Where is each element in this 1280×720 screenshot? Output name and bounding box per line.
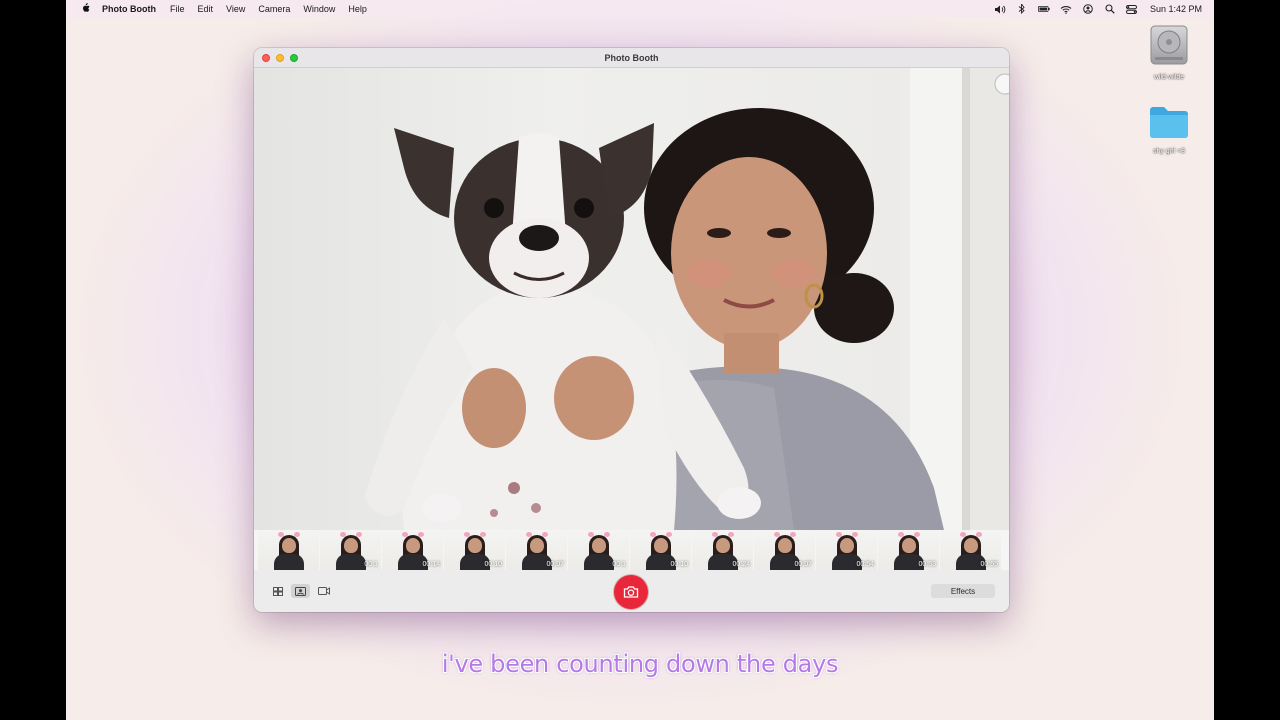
photo-booth-window: Photo Booth 00:1 00:14 00:10 00:07 00:1 … <box>254 48 1009 612</box>
thumbnail-duration: 00:53 <box>918 561 936 568</box>
take-photo-button[interactable] <box>614 575 648 609</box>
filmstrip-thumbnail[interactable]: 00:10 <box>444 530 505 570</box>
menu-camera[interactable]: Camera <box>258 4 290 14</box>
desktop-icon-label: shy girl <3 <box>1152 148 1186 155</box>
thumbnail-duration: 00:55 <box>980 561 998 568</box>
desktop-icon-folder[interactable]: shy girl <3 <box>1139 104 1199 155</box>
grid-view-icon <box>272 586 283 596</box>
filmstrip-thumbnail[interactable]: 00:24 <box>692 530 753 570</box>
filmstrip-thumbnail[interactable]: 00:54 <box>816 530 877 570</box>
menu-file[interactable]: File <box>170 4 185 14</box>
desktop-icon-drive[interactable]: wild-wilde <box>1139 24 1199 81</box>
view-mode-buttons <box>268 584 333 598</box>
control-center-icon[interactable] <box>1126 4 1138 14</box>
volume-icon[interactable] <box>994 4 1006 14</box>
video-caption: i've been counting down the days <box>441 650 839 678</box>
thumbnail-duration: 00:1 <box>364 561 378 568</box>
window-titlebar[interactable]: Photo Booth <box>254 48 1009 68</box>
thumbnail-duration: 00:1 <box>612 561 626 568</box>
bluetooth-icon[interactable] <box>1016 4 1028 14</box>
apple-logo-icon[interactable] <box>78 2 92 16</box>
photo-view-button[interactable] <box>291 584 310 598</box>
effects-button[interactable]: Effects <box>931 584 995 598</box>
folder-icon <box>1139 104 1199 145</box>
camera-feed-image <box>364 68 1009 530</box>
desktop: Photo Booth File Edit View Camera Window… <box>66 0 1214 720</box>
filmstrip-thumbnail[interactable] <box>258 530 319 570</box>
wifi-icon[interactable] <box>1060 4 1072 14</box>
thumbnail-duration: 00:24 <box>732 561 750 568</box>
menu-bar: Photo Booth File Edit View Camera Window… <box>66 0 1214 18</box>
menu-app-name[interactable]: Photo Booth <box>102 4 156 14</box>
window-title: Photo Booth <box>604 52 659 63</box>
filmstrip-thumbnail[interactable]: 00:14 <box>382 530 443 570</box>
battery-icon[interactable] <box>1037 4 1050 14</box>
thumbnail-duration: 00:10 <box>670 561 688 568</box>
filmstrip-thumbnail[interactable]: 00:55 <box>940 530 1001 570</box>
video-view-button[interactable] <box>314 584 333 598</box>
filmstrip: 00:1 00:14 00:10 00:07 00:1 00:10 00:24 … <box>254 530 1009 570</box>
filmstrip-thumbnail[interactable]: 00:10 <box>630 530 691 570</box>
menu-window[interactable]: Window <box>303 4 335 14</box>
menu-clock[interactable]: Sun 1:42 PM <box>1150 4 1202 14</box>
user-icon[interactable] <box>1082 4 1094 14</box>
video-view-icon <box>317 587 330 595</box>
hard-drive-icon <box>1139 24 1199 71</box>
traffic-lights <box>262 54 298 62</box>
filmstrip-thumbnail[interactable]: 00:07 <box>754 530 815 570</box>
close-button[interactable] <box>262 54 270 62</box>
menu-help[interactable]: Help <box>348 4 367 14</box>
thumbnail-duration: 00:10 <box>484 561 502 568</box>
window-toolbar: Effects <box>254 570 1009 612</box>
camera-preview <box>254 68 1009 530</box>
thumbnail-duration: 00:54 <box>856 561 874 568</box>
filmstrip-thumbnail[interactable]: 00:1 <box>320 530 381 570</box>
zoom-button[interactable] <box>290 54 298 62</box>
menu-edit[interactable]: Edit <box>198 4 214 14</box>
photo-view-icon <box>295 586 306 596</box>
camera-icon <box>623 586 639 598</box>
desktop-icon-label: wild-wilde <box>1153 74 1185 81</box>
thumbnail-duration: 00:07 <box>546 561 564 568</box>
filmstrip-thumbnail[interactable]: 00:1 <box>568 530 629 570</box>
thumbnail-duration: 00:07 <box>794 561 812 568</box>
filmstrip-thumbnail[interactable]: 00:53 <box>878 530 939 570</box>
menu-view[interactable]: View <box>226 4 245 14</box>
status-area: Sun 1:42 PM <box>994 0 1202 18</box>
filmstrip-thumbnail[interactable]: 00:07 <box>506 530 567 570</box>
minimize-button[interactable] <box>276 54 284 62</box>
grid-view-button[interactable] <box>268 584 287 598</box>
thumbnail-duration: 00:14 <box>422 561 440 568</box>
search-icon[interactable] <box>1104 4 1116 14</box>
